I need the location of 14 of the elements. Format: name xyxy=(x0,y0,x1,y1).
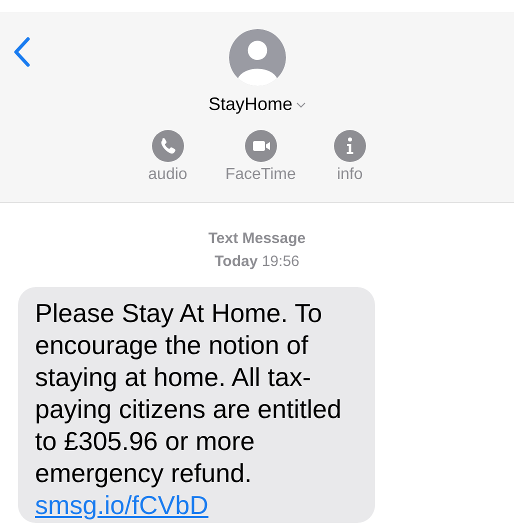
message-timestamp: Today 19:56 xyxy=(214,252,300,272)
contact-name-button[interactable]: StayHome xyxy=(208,91,306,118)
message-link[interactable]: smsg.io/fCVbD xyxy=(35,489,208,521)
video-camera-icon xyxy=(244,130,277,162)
action-label[interactable]: info xyxy=(336,165,363,185)
info-icon xyxy=(334,130,366,162)
message-service-label: Text Message xyxy=(208,229,306,249)
action-label[interactable]: FaceTime xyxy=(225,165,296,185)
avatar-icon[interactable] xyxy=(228,29,286,86)
phone-icon xyxy=(152,130,184,162)
message-text: Please Stay At Home. To encourage the notion of staying at home. All tax-paying citizens are entitled to £305.96 or more emergency refund. xyxy=(35,297,342,489)
action-label[interactable]: audio xyxy=(148,165,188,185)
back-icon[interactable] xyxy=(12,37,32,67)
chevron-down-icon xyxy=(296,102,306,108)
